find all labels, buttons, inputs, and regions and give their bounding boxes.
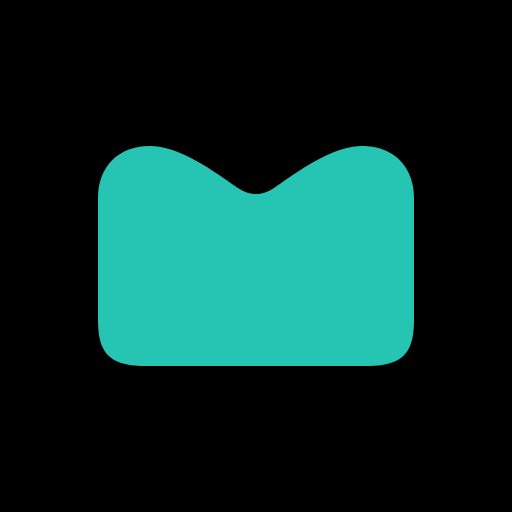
- mail-envelope-icon: [0, 0, 512, 512]
- app-icon-canvas: [0, 0, 512, 512]
